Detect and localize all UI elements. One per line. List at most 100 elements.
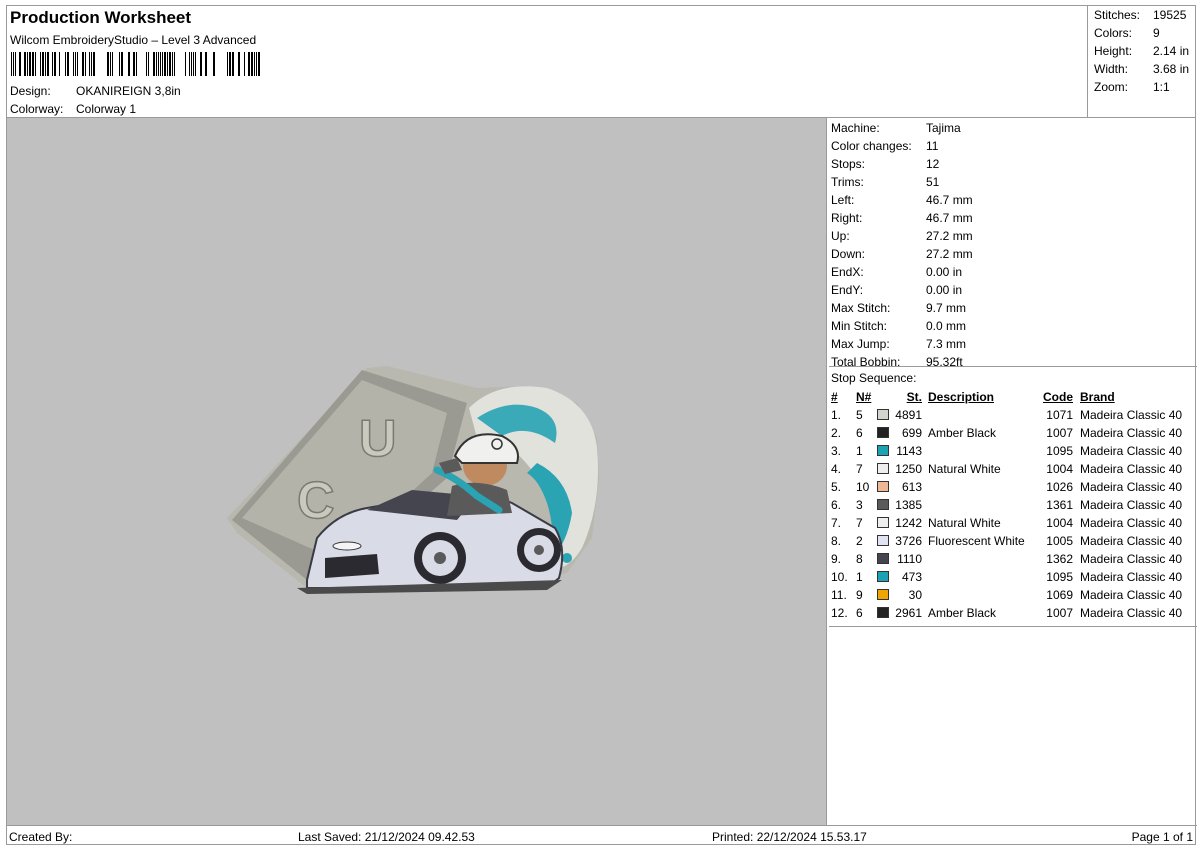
design-summary: Stitches: 19525 Colors: 9 Height: 2.14 in W…: [1088, 6, 1196, 118]
stop-stitches: 1110: [897, 552, 922, 566]
stop-sequence-row: 3. 1 1143 1095 Madeira Classic 40: [829, 444, 1197, 462]
barcode-bar: [29, 52, 31, 76]
info-label: EndY:: [831, 283, 864, 297]
created-by: Created By:: [9, 830, 73, 844]
stop-sequence-row: 8. 2 3726 Fluorescent White 1005 Madeira Clas…: [829, 534, 1197, 552]
design-barcode: [11, 52, 260, 76]
last-saved: Last Saved: 21/12/2024 09.42.53: [298, 830, 475, 844]
barcode-bar: [205, 52, 207, 76]
stop-code: 1004: [1046, 462, 1073, 476]
barcode-bar: [185, 52, 186, 76]
stop-code: 1361: [1046, 498, 1073, 512]
col-brand: Brand: [1080, 390, 1115, 404]
color-swatch: [877, 409, 889, 420]
stop-stitches: 2961: [895, 606, 922, 620]
embroidery-design: U C: [227, 366, 599, 594]
summary-width: Width: 3.68 in: [1094, 62, 1190, 76]
design-value: OKANIREIGN 3,8in: [76, 84, 181, 98]
barcode-bar: [136, 52, 137, 76]
machine-info-row: Up: 27.2 mm: [831, 229, 973, 243]
barcode-bar: [133, 52, 135, 76]
barcode-bar: [93, 52, 95, 76]
stop-stitches: 613: [901, 480, 922, 494]
design-row: Design: OKANIREIGN 3,8in: [10, 84, 181, 98]
barcode-bar: [45, 52, 46, 76]
stop-description: Fluorescent White: [928, 534, 1025, 548]
stop-brand: Madeira Classic 40: [1080, 588, 1183, 602]
barcode-bar: [107, 52, 109, 76]
machine-info-row: Min Stitch: 0.0 mm: [831, 319, 966, 333]
machine-info-row: Trims: 51: [831, 175, 939, 189]
stop-index: 4.: [831, 462, 842, 476]
stop-stitches: 1385: [895, 498, 922, 512]
stop-code: 1007: [1046, 606, 1073, 620]
stop-brand: Madeira Classic 40: [1080, 516, 1183, 530]
stop-needle: 7: [856, 462, 863, 476]
barcode-bar: [65, 52, 66, 76]
page-number: Page 1 of 1: [1131, 830, 1193, 844]
stop-index: 8.: [831, 534, 842, 548]
barcode-bar: [52, 52, 53, 76]
color-swatch: [877, 481, 889, 492]
barcode-bar: [24, 52, 26, 76]
barcode-bar: [15, 52, 16, 76]
stop-stitches: 4891: [895, 408, 922, 422]
color-swatch: [877, 517, 889, 528]
stop-sequence-header: # N# St. Description Code Brand: [829, 390, 1197, 408]
stop-stitches: 3726: [895, 534, 922, 548]
info-label: Max Jump:: [831, 337, 890, 351]
barcode-bar: [213, 52, 215, 76]
barcode-bar: [227, 52, 228, 76]
info-value: 0.0 mm: [926, 319, 967, 333]
barcode-bar: [112, 52, 113, 76]
info-label: Stops:: [831, 157, 866, 171]
barcode-bar: [119, 52, 120, 76]
color-swatch: [877, 589, 889, 600]
info-label: Left:: [831, 193, 855, 207]
stop-index: 7.: [831, 516, 842, 530]
barcode-bar: [191, 52, 192, 76]
barcode-bar: [75, 52, 76, 76]
barcode-bar: [158, 52, 159, 76]
info-label: Color changes:: [831, 139, 912, 153]
stop-needle: 3: [856, 498, 863, 512]
stop-needle: 6: [856, 606, 863, 620]
stop-stitches: 1143: [896, 444, 922, 458]
barcode-bar: [174, 52, 175, 76]
summary-zoom: Zoom: 1:1: [1094, 80, 1170, 94]
stop-brand: Madeira Classic 40: [1080, 498, 1183, 512]
barcode-bar: [248, 52, 250, 76]
worksheet-footer: Created By: Last Saved: 21/12/2024 09.42…: [7, 825, 1197, 845]
car-grille: [325, 554, 379, 578]
stop-code: 1071: [1046, 408, 1073, 422]
stop-index: 2.: [831, 426, 842, 440]
barcode-bar: [153, 52, 155, 76]
barcode-bar: [40, 52, 41, 76]
stop-needle: 9: [856, 588, 863, 602]
stop-needle: 5: [856, 408, 863, 422]
stop-sequence-row: 10. 1 473 1095 Madeira Classic 40: [829, 570, 1197, 588]
stop-needle: 8: [856, 552, 863, 566]
info-label: Down:: [831, 247, 866, 261]
barcode-bar: [169, 52, 171, 76]
col-code: Code: [1043, 390, 1073, 404]
barcode-bar: [54, 52, 56, 76]
worksheet-frame: Production Worksheet Wilcom EmbroiderySt…: [6, 5, 1197, 845]
page-title: Production Worksheet: [10, 8, 192, 27]
stop-code: 1362: [1046, 552, 1073, 566]
machine-info-row: Max Stitch: 9.7 mm: [831, 301, 966, 315]
info-label: Up:: [831, 229, 850, 243]
info-label: Min Stitch:: [831, 319, 888, 333]
color-swatch: [877, 571, 889, 582]
stop-brand: Madeira Classic 40: [1080, 570, 1183, 584]
stop-stitches: 473: [901, 570, 922, 584]
barcode-bar: [189, 52, 190, 76]
info-value: Tajima: [926, 121, 961, 135]
color-swatch: [877, 463, 889, 474]
stop-code: 1007: [1046, 426, 1073, 440]
stop-needle: 2: [856, 534, 863, 548]
barcode-bar: [27, 52, 28, 76]
stop-index: 5.: [831, 480, 842, 494]
stop-sequence-row: 2. 6 699 Amber Black 1007 Madeira Classic 40: [829, 426, 1197, 444]
info-label: Trims:: [831, 175, 864, 189]
